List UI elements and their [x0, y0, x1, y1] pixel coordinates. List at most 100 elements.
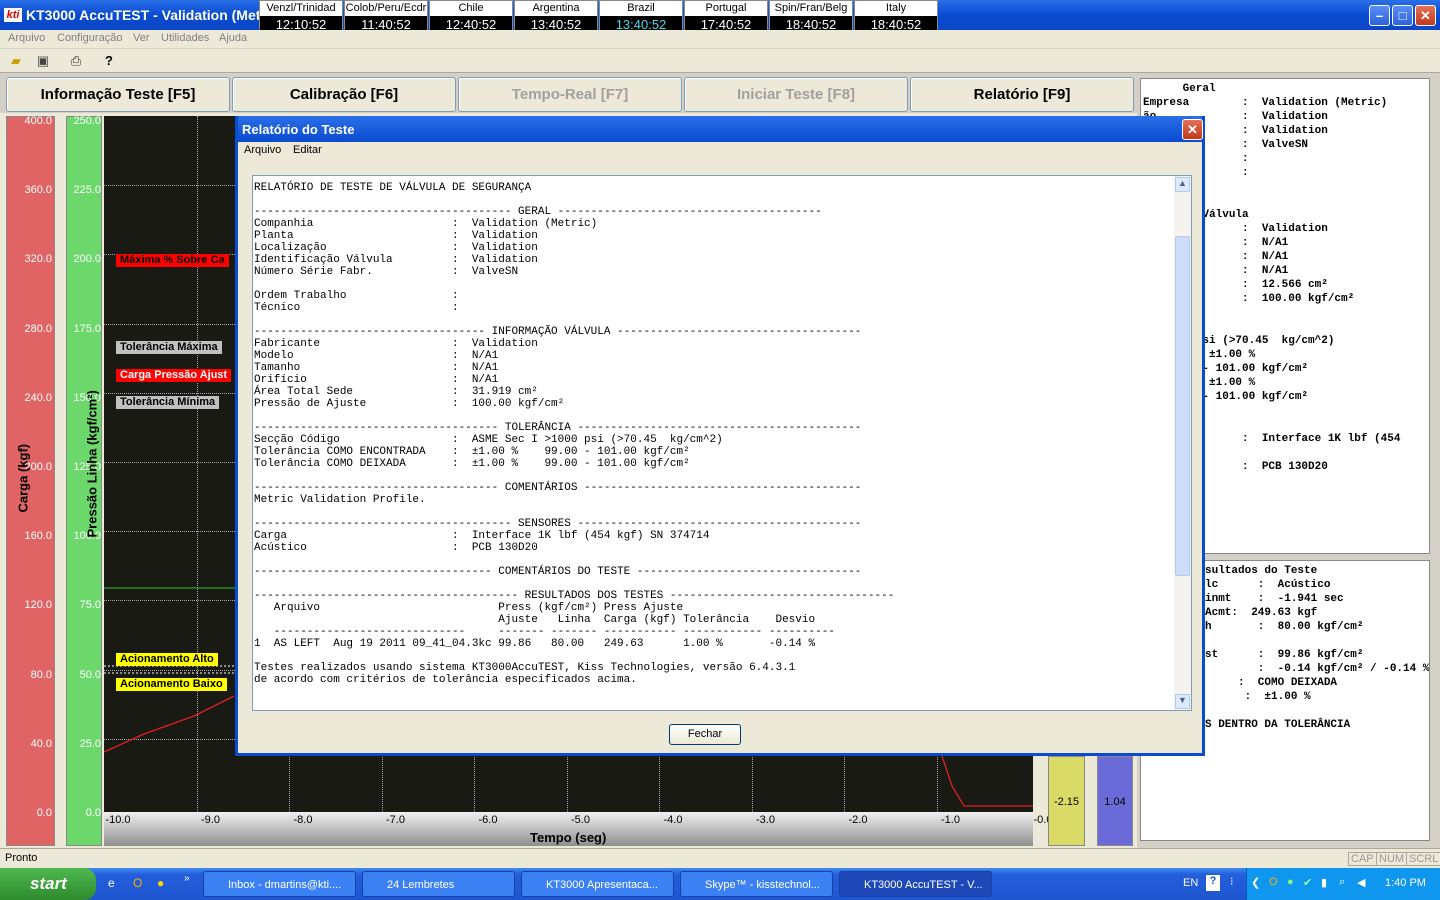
- load-tick: 120.0: [24, 599, 52, 612]
- load-tick: 400.0: [24, 115, 52, 127]
- marker-trip-low: Acionamento Baixo: [116, 678, 227, 691]
- language-indicator[interactable]: EN: [1183, 877, 1198, 889]
- tab-relatorio[interactable]: Relatório [F9]: [910, 77, 1134, 112]
- start-button[interactable]: start: [0, 868, 96, 900]
- report-scrollbar[interactable]: ▲ ▼: [1174, 176, 1191, 710]
- menu-ver[interactable]: Ver: [133, 32, 150, 44]
- x-tick: -2.0: [848, 814, 868, 826]
- outlook-icon[interactable]: O: [133, 876, 142, 890]
- x-tick: -8.0: [293, 814, 313, 826]
- tab-iniciar-teste[interactable]: Iniciar Teste [F8]: [684, 77, 908, 112]
- sync-tray-icon[interactable]: ●: [1287, 876, 1294, 888]
- caps-indicator: CAP: [1348, 852, 1377, 866]
- dialog-title: Relatório do Teste: [238, 116, 1202, 142]
- system-tray: ❮ O ● ✔ ▮ ⌕ ◀ 1:40 PM: [1246, 868, 1440, 900]
- menu-utilidades[interactable]: Utilidades: [161, 32, 209, 44]
- clock-name: Chile: [430, 1, 512, 16]
- clock-4: Brazil 13:40:52: [599, 0, 683, 34]
- x-tick: -10.0: [105, 814, 131, 826]
- x-tick: -5.0: [571, 814, 590, 826]
- tab-informacao-teste[interactable]: Informação Teste [F5]: [6, 77, 230, 112]
- dialog-close-button[interactable]: ✕: [1182, 119, 1203, 140]
- tab-calibracao[interactable]: Calibração [F6]: [232, 77, 456, 112]
- result-line: : -0.14 kgf/cm² / -0.14 %: [1205, 663, 1430, 675]
- print-icon[interactable]: ⎙: [66, 52, 86, 70]
- load-tick: 360.0: [24, 184, 52, 197]
- task-kt3000-accutest[interactable]: KT3000 AccuTEST - V...: [839, 871, 992, 897]
- load-tick: 160.0: [24, 530, 52, 543]
- x-axis-label: Tempo (seg): [530, 830, 607, 845]
- report-dialog: Relatório do Teste ✕ Arquivo Editar RELA…: [235, 116, 1205, 756]
- tray-clock[interactable]: 1:40 PM: [1385, 877, 1426, 889]
- scroll-indicator: SCRL: [1406, 852, 1440, 866]
- status-bar: Pronto CAP NUM SCRL: [0, 848, 1440, 868]
- scroll-up-arrow-icon[interactable]: ▲: [1175, 177, 1190, 192]
- menu-arquivo[interactable]: Arquivo: [8, 32, 45, 44]
- x-tick: -6.0: [478, 814, 498, 826]
- task-skype[interactable]: Skype™ - kisstechnol...: [680, 871, 833, 897]
- clock-7: Italy 18:40:52: [854, 0, 938, 34]
- close-button[interactable]: ✕: [1415, 5, 1436, 26]
- outlook-tray-icon[interactable]: O: [1269, 876, 1278, 888]
- summary-line: Empresa : Validation (Metric): [1143, 97, 1388, 109]
- maximize-button[interactable]: □: [1392, 5, 1413, 26]
- help-icon[interactable]: ?: [99, 52, 119, 70]
- dialog-menu-editar[interactable]: Editar: [293, 144, 322, 156]
- gauge-yellow: -2.15: [1048, 756, 1085, 846]
- clock-3: Argentina 13:40:52: [514, 0, 598, 34]
- clock-name: Argentina: [515, 1, 597, 16]
- tray-expand-icon[interactable]: ❮: [1251, 876, 1260, 889]
- tray-arrow-icon[interactable]: ⁝: [1230, 875, 1234, 888]
- result-line: : ±1.00 %: [1205, 691, 1311, 703]
- report-textbox[interactable]: RELATÓRIO DE TESTE DE VÁLVULA DE SEGURAN…: [252, 175, 1192, 711]
- load-tick: 280.0: [24, 322, 52, 335]
- toolbar: ▰ ▣ ⎙ ?: [0, 49, 1440, 73]
- x-tick: -3.0: [756, 814, 775, 826]
- menu-configuracao[interactable]: Configuração: [57, 32, 122, 44]
- task-inbox[interactable]: Inbox - dmartins@kti....: [203, 871, 356, 897]
- clock-name: Venzl/Trinidad: [260, 1, 342, 16]
- x-tick: -7.0: [386, 814, 405, 826]
- help-tray-icon[interactable]: ?: [1206, 875, 1220, 891]
- task-lembretes[interactable]: 24 Lembretes: [362, 871, 515, 897]
- status-text: Pronto: [5, 852, 38, 864]
- volume-tray-icon[interactable]: ◀: [1357, 876, 1365, 889]
- ie-icon[interactable]: e: [108, 876, 115, 890]
- marker-tol-max: Tolerância Máxima: [116, 341, 222, 354]
- load-axis-label: Carga (kgf): [15, 443, 31, 513]
- clock-name: Colob/Peru/Ecdr: [345, 1, 427, 16]
- open-folder-icon[interactable]: ▰: [6, 52, 26, 70]
- pressure-tick: 50.0: [79, 668, 101, 681]
- taskbar: start e O ● » Inbox - dmartins@kti.... 2…: [0, 868, 1440, 900]
- clock-name: Italy: [855, 1, 937, 16]
- load-trace: [941, 755, 1033, 807]
- load-tick: 0.0: [36, 807, 52, 819]
- gauge-blue: 1.04: [1097, 756, 1133, 846]
- pressure-tick: 75.0: [79, 599, 101, 612]
- dialog-menu: Arquivo Editar: [238, 142, 1202, 160]
- save-icon[interactable]: ▣: [33, 52, 53, 70]
- scroll-thumb[interactable]: [1175, 236, 1190, 576]
- task-kt3000-apresentacao[interactable]: KT3000 Apresentaca...: [521, 871, 674, 897]
- menu-bar: Arquivo Configuração Ver Utilidades Ajud…: [0, 30, 1440, 48]
- x-tick: -4.0: [663, 814, 683, 826]
- chrome-icon[interactable]: ●: [157, 876, 164, 890]
- security-tray-icon[interactable]: ✔: [1303, 876, 1312, 889]
- x-tick: -9.0: [201, 814, 220, 826]
- menu-ajuda[interactable]: Ajuda: [219, 32, 247, 44]
- network-tray-icon[interactable]: ▮: [1321, 876, 1327, 889]
- load-tick: 40.0: [30, 737, 52, 750]
- quick-launch-expand-icon[interactable]: »: [184, 873, 190, 884]
- scroll-down-arrow-icon[interactable]: ▼: [1175, 694, 1190, 709]
- dialog-menu-arquivo[interactable]: Arquivo: [244, 144, 281, 156]
- marker-trip-high: Acionamento Alto: [116, 653, 218, 666]
- clock-6: Spin/Fran/Belg 18:40:52: [769, 0, 853, 34]
- pressure-tick: 200.0: [73, 253, 101, 266]
- result-line: lc : Acústico: [1205, 579, 1331, 591]
- num-indicator: NUM: [1376, 852, 1408, 866]
- minimize-button[interactable]: –: [1369, 5, 1390, 26]
- search-tray-icon[interactable]: ⌕: [1339, 876, 1345, 889]
- tab-tempo-real[interactable]: Tempo-Real [F7]: [458, 77, 682, 112]
- marker-tol-min: Tolerância Mínima: [116, 396, 220, 409]
- fechar-button[interactable]: Fechar: [669, 724, 741, 745]
